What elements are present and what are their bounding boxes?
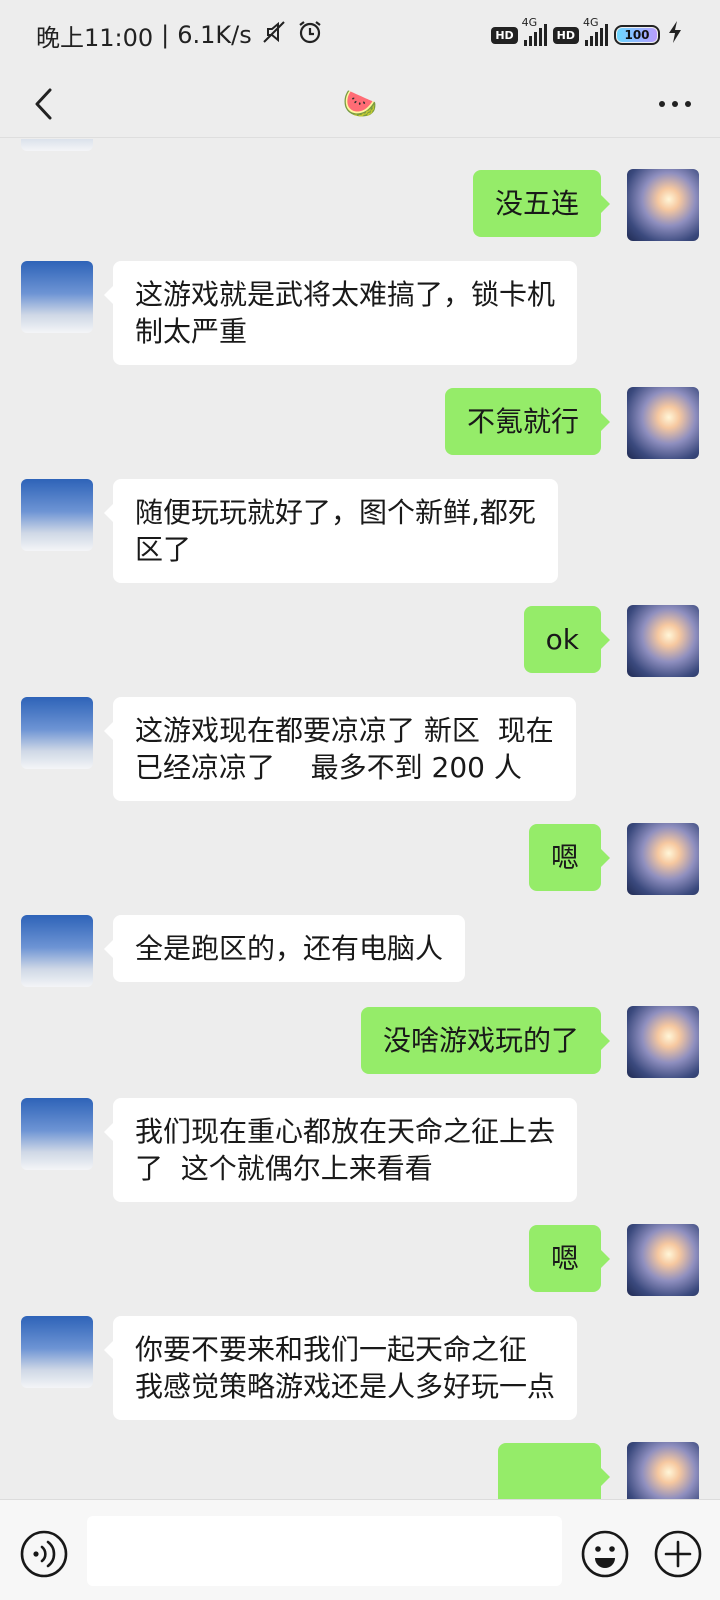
message-text: 没啥游戏玩的了 — [382, 1024, 579, 1057]
emoji-button[interactable] — [580, 1529, 630, 1579]
message-bubble[interactable]: 没啥游戏玩的了 — [360, 1007, 611, 1074]
message-line: 这游戏现在都要凉凉了 新区 现在 — [135, 714, 554, 747]
self-avatar[interactable] — [627, 1442, 699, 1499]
message-line: 已经凉凉了 最多不到 200 人 — [135, 751, 522, 784]
back-button[interactable] — [22, 80, 66, 128]
self-avatar[interactable] — [627, 1224, 699, 1296]
hd-badge: HD — [552, 26, 579, 44]
self-avatar[interactable] — [627, 169, 699, 241]
message-bubble[interactable]: 全是跑区的，还有电脑人 — [103, 915, 466, 982]
message-line: 随便玩玩就好了，图个新鲜,都死 — [135, 496, 536, 529]
message-input[interactable] — [87, 1516, 562, 1586]
message-bubble[interactable]: ok — [523, 606, 611, 673]
status-right: HD 4G HD 4G 100 — [491, 16, 684, 50]
message-bubble[interactable]: 随便玩玩就好了，图个新鲜,都死 区了 — [104, 479, 558, 583]
message-bubble[interactable]: 没五连 — [472, 170, 611, 237]
peer-avatar[interactable] — [21, 915, 93, 987]
peer-avatar[interactable] — [21, 1098, 93, 1170]
chevron-left-icon — [35, 88, 52, 120]
message-text: 嗯 — [550, 841, 579, 874]
status-bar: 晚上11:00 | 6.1K/s HD 4G HD 4G 100 — [0, 0, 720, 70]
voice-button[interactable] — [19, 1529, 69, 1579]
more-button[interactable] — [650, 80, 700, 128]
self-avatar[interactable] — [627, 605, 699, 677]
battery-icon: 100 — [614, 25, 660, 45]
chat-header: 🍉 — [0, 70, 720, 138]
more-icon — [659, 101, 691, 107]
message-text: 没五连 — [494, 187, 579, 220]
plus-icon — [654, 1530, 702, 1578]
message-bubble[interactable] — [498, 1443, 610, 1499]
peer-avatar[interactable] — [21, 697, 93, 769]
network-speed: 6.1K/s — [177, 21, 252, 49]
message-line: 制太严重 — [135, 315, 248, 348]
more-functions-button[interactable] — [653, 1529, 703, 1579]
message-bubble[interactable]: 我们现在重心都放在天命之征上去 了 这个就偶尔上来看看 — [103, 1098, 578, 1202]
network-type: 4G — [521, 16, 538, 29]
message-text: 全是跑区的，还有电脑人 — [135, 932, 444, 965]
message-bubble[interactable]: 这游戏就是武将太难搞了，锁卡机 制太严重 — [103, 261, 578, 365]
message-text: ok — [545, 623, 579, 656]
status-divider: | — [161, 21, 170, 49]
message-line: 区了 — [135, 533, 192, 566]
message-line: 我感觉策略游戏还是人多好玩一点 — [135, 1370, 556, 1403]
peer-avatar[interactable] — [21, 479, 93, 551]
message-line: 我们现在重心都放在天命之征上去 — [135, 1115, 556, 1148]
status-left: 晚上11:00 | 6.1K/s — [36, 18, 324, 53]
voice-icon — [20, 1530, 68, 1578]
peer-avatar[interactable] — [21, 1316, 93, 1388]
chat-title: 🍉 — [342, 87, 378, 120]
alarm-icon — [296, 18, 324, 52]
mute-icon — [260, 18, 288, 52]
message-line: 你要不要来和我们一起天命之征 — [135, 1333, 528, 1366]
message-bubble[interactable]: 嗯 — [528, 1225, 611, 1292]
message-bubble[interactable]: 你要不要来和我们一起天命之征 我感觉策略游戏还是人多好玩一点 — [103, 1316, 578, 1420]
emoji-icon — [581, 1530, 629, 1578]
signal-icon: 4G — [522, 16, 547, 46]
status-time: 晚上11:00 — [36, 23, 154, 52]
self-avatar[interactable] — [627, 823, 699, 895]
message-bubble[interactable]: 嗯 — [528, 824, 611, 891]
message-list[interactable]: 没五连 这游戏就是武将太难搞了，锁卡机 制太严重 不氪就行 随便玩玩就好了，图个… — [0, 139, 720, 1499]
signal-icon: 4G — [583, 16, 608, 46]
message-bubble[interactable]: 这游戏现在都要凉凉了 新区 现在 已经凉凉了 最多不到 200 人 — [104, 697, 576, 801]
peer-avatar[interactable] — [21, 139, 93, 151]
message-line: 了 这个就偶尔上来看看 — [135, 1152, 433, 1185]
self-avatar[interactable] — [627, 387, 699, 459]
network-type: 4G — [583, 16, 599, 29]
hd-badge: HD — [491, 26, 518, 44]
message-text: 不氪就行 — [466, 405, 579, 438]
message-text: 嗯 — [550, 1242, 579, 1275]
peer-avatar[interactable] — [21, 261, 93, 333]
charging-icon — [666, 20, 684, 50]
battery-level: 100 — [624, 28, 650, 42]
self-avatar[interactable] — [627, 1006, 699, 1078]
input-bar — [0, 1499, 720, 1600]
message-bubble[interactable]: 不氪就行 — [444, 388, 611, 455]
message-line: 这游戏就是武将太难搞了，锁卡机 — [135, 278, 556, 311]
